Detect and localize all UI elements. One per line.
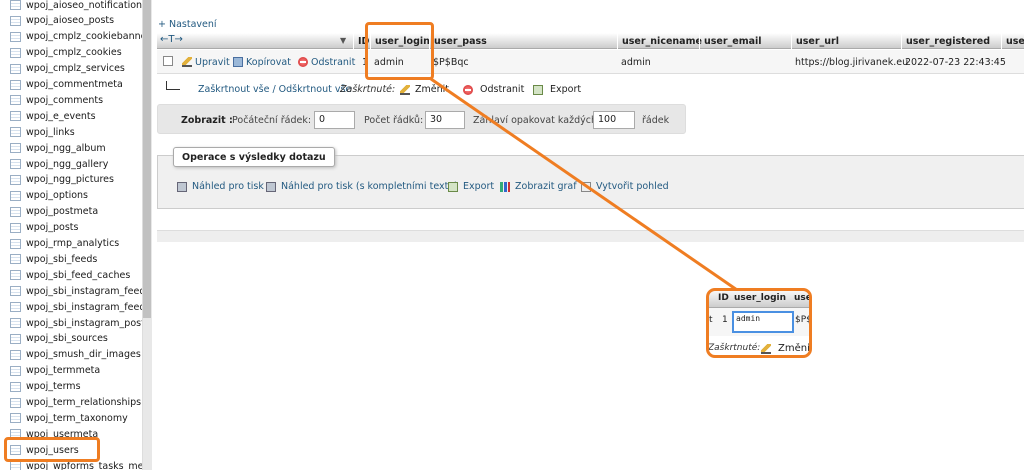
zoom-callout-frame — [706, 288, 812, 358]
selected-table-highlight — [4, 437, 100, 462]
user-login-column-highlight — [365, 22, 434, 80]
callout-connector-line — [430, 77, 741, 294]
